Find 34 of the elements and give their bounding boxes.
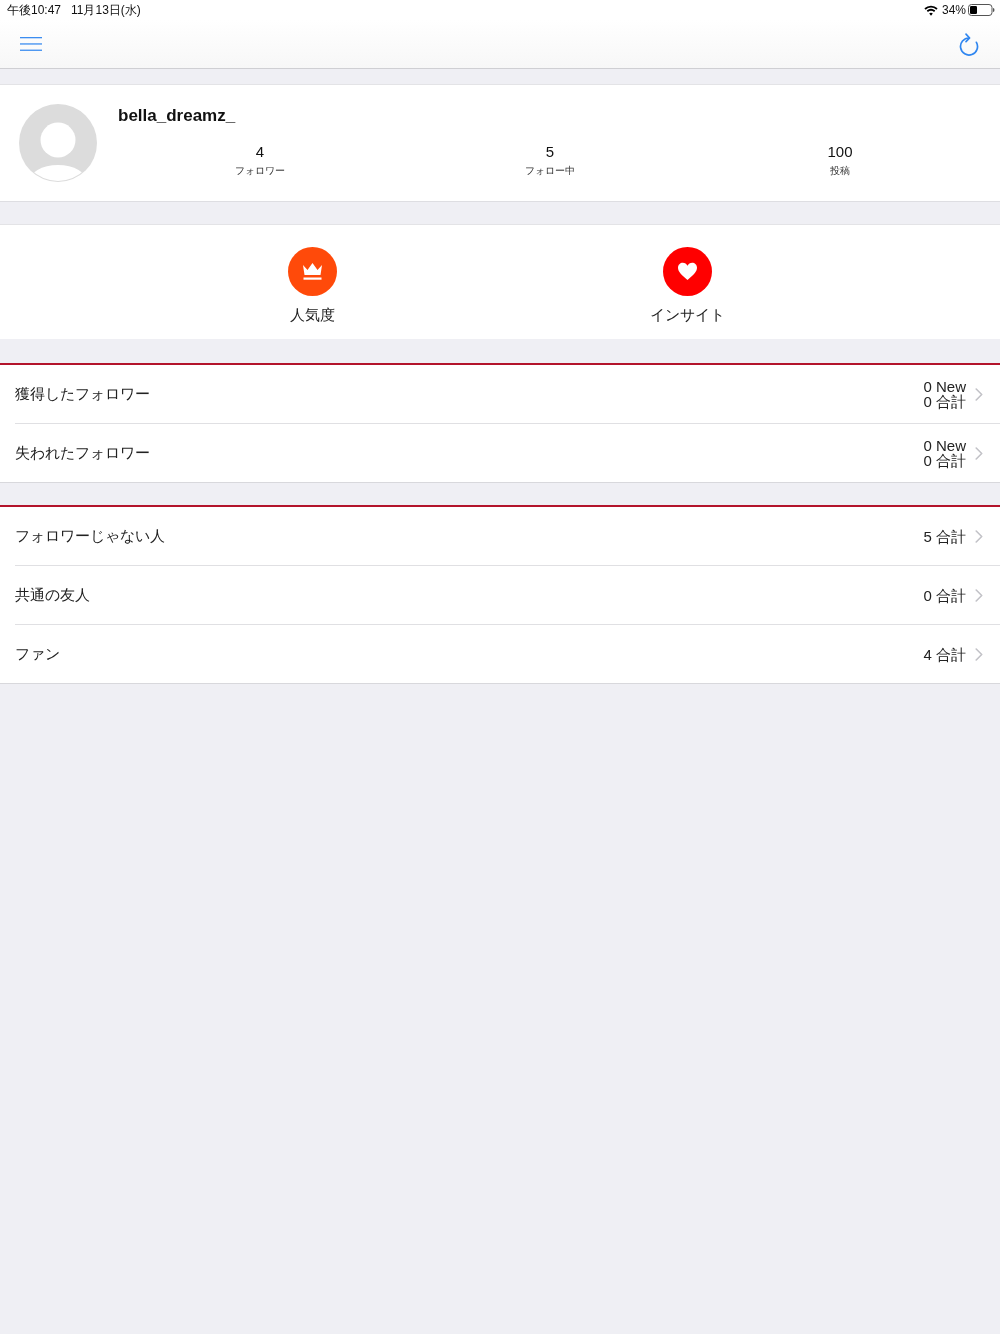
stat-label: 投稿 bbox=[830, 164, 850, 178]
row-label: 獲得したフォロワー bbox=[15, 384, 150, 404]
battery-percent: 34% bbox=[941, 3, 966, 17]
total-count: 5 合計 bbox=[923, 528, 966, 544]
stat-value: 5 bbox=[545, 143, 555, 161]
total-count: 4 合計 bbox=[923, 646, 966, 662]
new-count: 0 New bbox=[923, 379, 966, 394]
chevron-icon bbox=[975, 387, 983, 401]
status-time: 午後10:47 bbox=[7, 1, 62, 19]
chevron-icon bbox=[975, 529, 983, 543]
chevron-icon bbox=[975, 588, 983, 602]
feature-button[interactable]: インサイト bbox=[650, 247, 725, 325]
wifi-icon bbox=[923, 4, 938, 16]
total-count: 0 合計 bbox=[923, 453, 966, 468]
total-count: 0 合計 bbox=[923, 587, 966, 603]
menu-icon[interactable] bbox=[20, 36, 42, 52]
chevron-icon bbox=[975, 446, 983, 460]
stat-value: 100 bbox=[827, 143, 853, 161]
stat-label: フォロワー bbox=[235, 164, 285, 178]
status-date: 11月13日(水) bbox=[71, 1, 141, 19]
row-label: 失われたフォロワー bbox=[15, 443, 150, 463]
chevron-icon bbox=[975, 647, 983, 661]
refresh-icon[interactable] bbox=[958, 32, 980, 56]
total-count: 0 合計 bbox=[923, 394, 966, 409]
new-count: 0 New bbox=[923, 438, 966, 453]
stat-label: フォロー中 bbox=[525, 164, 575, 178]
row-label: フォロワーじゃない人 bbox=[15, 526, 165, 546]
avatar-icon bbox=[19, 104, 97, 182]
stat-value: 4 bbox=[255, 143, 265, 161]
row-label: 共通の友人 bbox=[15, 585, 90, 605]
row-label: ファン bbox=[15, 644, 60, 664]
feature-button[interactable]: 人気度 bbox=[288, 247, 337, 325]
username: bella_dreamz_ bbox=[118, 106, 236, 126]
battery-icon bbox=[968, 4, 995, 16]
